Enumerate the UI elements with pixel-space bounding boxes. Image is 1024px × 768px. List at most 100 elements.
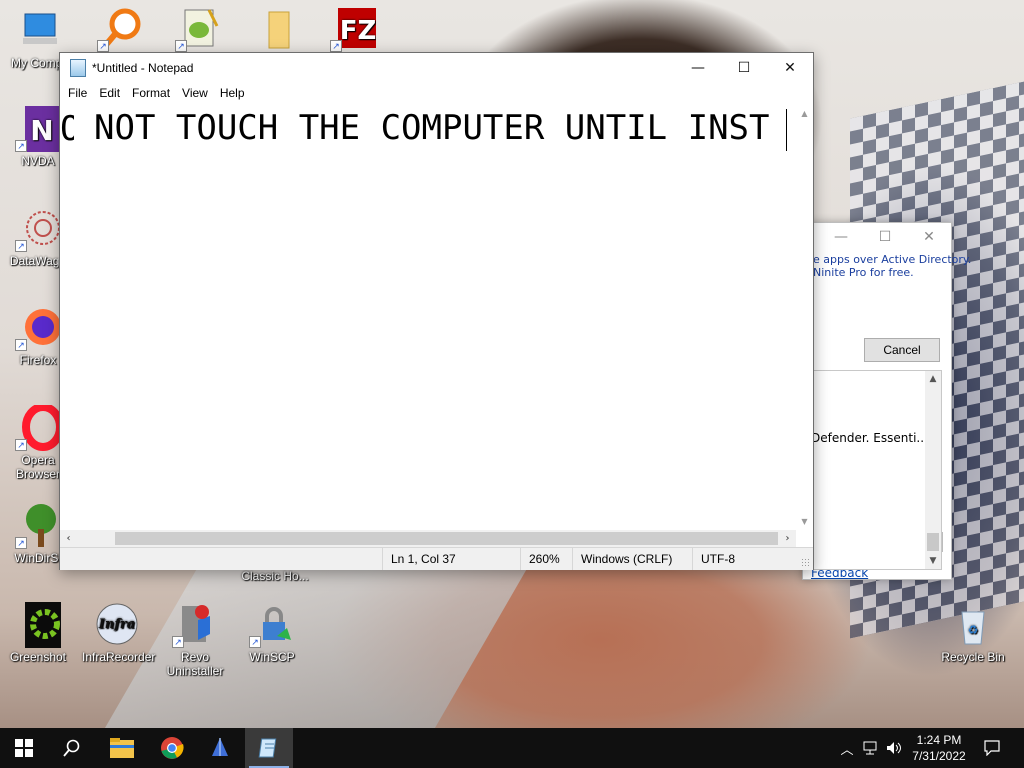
notepad-icon — [258, 738, 277, 758]
svg-text:♻: ♻ — [968, 623, 979, 637]
menu-edit[interactable]: Edit — [93, 86, 126, 100]
ninite-promo[interactable]: e apps over Active Directory. Ninite Pro… — [813, 253, 971, 279]
cursor-position: Ln 1, Col 37 — [382, 548, 519, 570]
desktop-icon-label: Greenshot — [9, 650, 67, 664]
text-editor[interactable]: O NOT TOUCH THE COMPUTER UNTIL INST — [60, 105, 795, 530]
scroll-up-icon[interactable]: ▲ — [796, 105, 813, 122]
network-icon — [863, 741, 877, 755]
search-button[interactable] — [48, 728, 96, 768]
desktop-icon-greenshot[interactable]: Greenshot — [3, 602, 73, 664]
editor-text: NOT TOUCH THE COMPUTER UNTIL INST — [94, 108, 770, 148]
taskbar-chrome[interactable] — [148, 728, 196, 768]
list-scrollbar[interactable]: ▲ ▼ — [925, 371, 941, 569]
start-button[interactable] — [0, 728, 48, 768]
maximize-button[interactable]: ☐ — [721, 53, 767, 83]
clock-time: 1:24 PM — [916, 733, 962, 747]
cancel-button[interactable]: Cancel — [864, 338, 940, 362]
desktop-icon-label: WinSCP — [249, 650, 295, 664]
window-title: *Untitled - Notepad — [92, 61, 194, 75]
desktop-icon-label: Recycle Bin — [941, 650, 1005, 664]
encoding: UTF-8 — [692, 548, 801, 570]
close-icon: ✕ — [784, 60, 796, 76]
menu-file[interactable]: File — [62, 86, 93, 100]
status-bar: Ln 1, Col 37 260% Windows (CRLF) UTF-8 — [60, 547, 813, 570]
clipped-char: O — [60, 109, 74, 149]
maximize-icon[interactable]: ☐ — [863, 229, 907, 245]
magnifier-icon: ↗ — [97, 6, 143, 52]
horizontal-scrollbar[interactable]: ‹ › — [60, 530, 796, 547]
svg-text:N: N — [30, 114, 53, 147]
desktop-icon-classic-shell[interactable]: Classic Ho... — [235, 569, 315, 583]
folder-icon — [110, 738, 134, 758]
menu-bar: File Edit Format View Help — [60, 83, 813, 103]
system-clock[interactable]: 1:24 PM 7/31/2022 — [904, 728, 974, 768]
infrarecorder-icon: Infra — [94, 602, 140, 648]
revo-icon: ↗ — [172, 602, 218, 648]
line-ending: Windows (CRLF) — [572, 548, 691, 570]
notepad-titlebar[interactable]: *Untitled - Notepad — ☐ ✕ — [60, 53, 813, 83]
chevron-up-icon: ︿ — [840, 742, 854, 758]
desktop-icon-winscp[interactable]: ↗ WinSCP — [237, 602, 307, 664]
network-status[interactable] — [860, 728, 882, 768]
volume-control[interactable] — [884, 728, 904, 768]
winscp-icon: ↗ — [249, 602, 295, 648]
chrome-icon — [161, 737, 184, 759]
desktop-icon-notepadpp[interactable]: ↗ — [163, 6, 233, 54]
list-item: Defender. Essenti... — [811, 431, 928, 445]
scroll-left-icon[interactable]: ‹ — [60, 530, 77, 547]
taskbar-app-boat[interactable] — [196, 728, 244, 768]
scrollbar-thumb[interactable] — [927, 533, 939, 551]
minimize-button[interactable]: — — [675, 53, 721, 83]
taskbar-file-explorer[interactable] — [98, 728, 146, 768]
notepad-icon — [70, 59, 86, 77]
desktop-icon-label: Classic Ho... — [241, 569, 309, 583]
minimize-icon[interactable]: — — [819, 229, 863, 245]
ninite-status-list: Defender. Essenti... ▲ ▼ — [808, 370, 942, 570]
ninite-titlebar: — ☐ ✕ — [803, 223, 951, 251]
scroll-right-icon[interactable]: › — [779, 530, 796, 547]
text-caret — [786, 109, 787, 151]
notepad-window: *Untitled - Notepad — ☐ ✕ File Edit Form… — [59, 52, 814, 570]
nvda-icon: N ↗ — [15, 106, 61, 152]
menu-help[interactable]: Help — [214, 86, 251, 100]
scroll-up-icon[interactable]: ▲ — [925, 371, 941, 387]
recycle-bin-icon: ♻ — [950, 602, 996, 648]
opera-icon: ↗ — [15, 403, 64, 451]
resize-grip[interactable] — [801, 558, 811, 568]
desktop-icon-revo[interactable]: ↗ Revo Uninstaller — [160, 602, 230, 678]
vertical-scrollbar[interactable]: ▲ ▼ — [796, 105, 813, 530]
scroll-down-icon[interactable]: ▼ — [796, 513, 813, 530]
svg-text:Infra: Infra — [98, 617, 135, 632]
taskbar-notepad[interactable] — [245, 728, 293, 768]
menu-view[interactable]: View — [176, 86, 214, 100]
window-controls: — ☐ ✕ — [675, 53, 813, 83]
desktop-icon-infrarecorder[interactable]: Infra InfraRecorder — [82, 602, 156, 664]
scrollbar-thumb[interactable] — [115, 532, 778, 545]
desktop-icon-magnifier[interactable]: ↗ — [85, 6, 155, 54]
speaker-icon — [887, 742, 901, 754]
desktop-icon-folder[interactable] — [243, 6, 313, 54]
greenshot-icon — [15, 602, 71, 648]
folder-icon — [255, 6, 301, 52]
windows-logo-icon — [15, 739, 33, 757]
desktop-icon-filezilla[interactable]: FZ ↗ — [318, 6, 388, 54]
minimize-icon: — — [691, 60, 705, 76]
close-icon[interactable]: ✕ — [907, 229, 951, 245]
maximize-icon: ☐ — [737, 60, 751, 76]
show-hidden-icons[interactable]: ︿ — [838, 728, 856, 768]
scroll-down-icon[interactable]: ▼ — [925, 553, 941, 569]
clock-date: 7/31/2022 — [912, 749, 966, 763]
zoom-level: 260% — [520, 548, 571, 570]
desktop-icon-label: InfraRecorder — [82, 650, 156, 664]
action-center-button[interactable] — [978, 728, 1006, 768]
windirstat-icon: ↗ — [15, 503, 61, 549]
desktop-icon-recycle-bin[interactable]: ♻ Recycle Bin — [938, 602, 1008, 664]
firefox-icon: ↗ — [15, 305, 61, 351]
notepadpp-icon: ↗ — [175, 6, 221, 52]
notification-icon — [984, 740, 1000, 756]
filezilla-icon: FZ ↗ — [330, 6, 378, 52]
menu-format[interactable]: Format — [126, 86, 176, 100]
search-icon — [63, 739, 80, 757]
svg-text:FZ: FZ — [340, 16, 376, 46]
close-button[interactable]: ✕ — [767, 53, 813, 83]
